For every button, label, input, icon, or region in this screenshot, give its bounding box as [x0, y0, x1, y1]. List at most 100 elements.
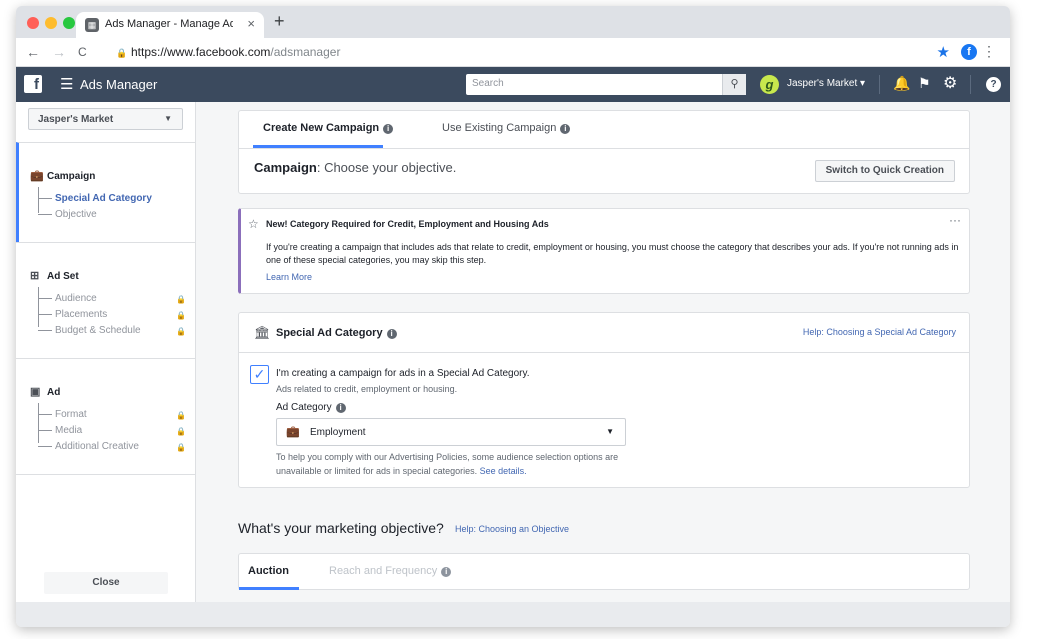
help-special-ad-category-link[interactable]: Help: Choosing a Special Ad Category: [803, 327, 956, 337]
account-switcher[interactable]: Jasper's Market ▾: [787, 78, 865, 89]
reload-icon[interactable]: C: [78, 45, 87, 59]
info-icon[interactable]: i: [386, 329, 397, 339]
lock-icon: 🔒: [176, 443, 186, 452]
lock-icon: 🔒: [176, 411, 186, 420]
sidebar-item-media: Media: [38, 425, 82, 436]
close-tab-icon[interactable]: ×: [247, 16, 255, 31]
sidebar-item-ad[interactable]: ▣ Ad: [30, 385, 60, 398]
campaign-card: Create New Campaign i Use Existing Campai…: [238, 110, 970, 194]
policy-note: To help you comply with our Advertising …: [276, 452, 619, 476]
facebook-extension-icon[interactable]: f: [961, 44, 977, 60]
lock-icon: 🔒: [176, 295, 186, 304]
learn-more-link[interactable]: Learn More: [266, 272, 312, 282]
nav-divider: [879, 75, 880, 94]
info-icon[interactable]: i: [335, 403, 346, 413]
info-icon[interactable]: i: [441, 567, 452, 577]
minimize-window-button[interactable]: [45, 17, 57, 29]
star-icon: ☆: [248, 217, 259, 231]
ad-category-select[interactable]: 💼 Employment ▼: [276, 418, 626, 446]
info-icon[interactable]: i: [383, 124, 394, 134]
url-path: /adsmanager: [270, 45, 341, 59]
browser-window: ▦ Ads Manager - Manage Ads - I × + ← → C…: [16, 6, 1010, 627]
sidebar-item-objective[interactable]: Objective: [38, 209, 97, 220]
sidebar-item-additional-creative: Additional Creative: [38, 441, 139, 452]
browser-tab-title: Ads Manager - Manage Ads - I: [105, 18, 233, 30]
notifications-bell-icon[interactable]: 🔔: [893, 75, 910, 92]
sidebar-item-audience: Audience: [38, 293, 97, 304]
sidebar-section-ad-set: ⊞ Ad Set Audience 🔒 Placements 🔒 Budget &…: [16, 242, 196, 358]
gear-icon[interactable]: ⚙: [943, 73, 957, 93]
main-content: Create New Campaign i Use Existing Campai…: [196, 102, 1010, 614]
lock-icon: 🔒: [176, 311, 186, 320]
back-arrow-icon[interactable]: ←: [26, 44, 40, 60]
sidebar-item-campaign[interactable]: 💼 Campaign: [30, 169, 95, 182]
lock-icon: 🔒: [116, 48, 128, 58]
search-placeholder: Search: [472, 78, 504, 89]
tab-use-existing-campaign[interactable]: Use Existing Campaign i: [442, 122, 571, 134]
close-window-button[interactable]: [27, 17, 39, 29]
browser-tab-ads-manager[interactable]: ▦ Ads Manager - Manage Ads - I ×: [76, 12, 264, 38]
sidebar-divider: [16, 474, 196, 475]
special-ad-category-card: 🏛 Special Ad Category i Help: Choosing a …: [238, 312, 970, 488]
see-details-link[interactable]: See details.: [480, 466, 527, 476]
sidebar-section-ad: ▣ Ad Format 🔒 Media 🔒 Additional Creative…: [16, 358, 196, 474]
divider: [239, 148, 969, 149]
notice-heading: New! Category Required for Credit, Emplo…: [266, 219, 549, 229]
bookmark-star-icon[interactable]: ★: [937, 43, 950, 61]
bank-icon: 🏛: [254, 325, 271, 340]
search-icon[interactable]: ⚲: [722, 74, 746, 95]
browser-menu-icon[interactable]: ⋮: [982, 43, 996, 60]
category-notice: ☆ New! Category Required for Credit, Emp…: [238, 208, 970, 294]
lock-icon: 🔒: [176, 427, 186, 436]
account-select-label: Jasper's Market: [38, 114, 114, 125]
tab-auction[interactable]: Auction: [248, 565, 289, 577]
help-icon[interactable]: ?: [986, 77, 1001, 92]
forward-arrow-icon[interactable]: →: [52, 44, 66, 60]
search-input[interactable]: Search ⚲: [466, 74, 746, 95]
marketing-objective-heading: What's your marketing objective?: [238, 520, 444, 536]
maximize-window-button[interactable]: [63, 17, 75, 29]
briefcase-icon: 💼: [286, 426, 300, 438]
nav-divider: [970, 75, 971, 94]
checkbox-sublabel: Ads related to credit, employment or hou…: [276, 384, 458, 394]
lock-icon: 🔒: [176, 327, 186, 336]
url-field[interactable]: 🔒 https://www.facebook.com/adsmanager: [116, 45, 340, 59]
address-bar: ← → C 🔒 https://www.facebook.com/adsmanag…: [16, 38, 1010, 67]
buying-type-tabs: Auction Reach and Frequency i: [238, 553, 970, 590]
campaign-objective-heading: Campaign: Choose your objective.: [254, 160, 457, 175]
sidebar-item-format: Format: [38, 409, 87, 420]
hamburger-menu-icon[interactable]: ☰: [60, 75, 73, 93]
sidebar-item-placements: Placements: [38, 309, 107, 320]
monitor-icon: ▣: [30, 386, 41, 398]
special-ad-category-checkbox[interactable]: ✓: [250, 365, 269, 384]
help-choosing-objective-link[interactable]: Help: Choosing an Objective: [455, 524, 569, 534]
new-tab-button[interactable]: +: [274, 11, 285, 32]
divider: [239, 352, 969, 353]
flag-icon[interactable]: ⚑: [918, 75, 931, 92]
account-select[interactable]: Jasper's Market ▼: [28, 108, 183, 130]
chevron-down-icon: ▼: [606, 427, 614, 436]
briefcase-icon: 💼: [30, 170, 44, 182]
ad-category-value: Employment: [310, 427, 366, 438]
special-ad-category-title: Special Ad Category i: [276, 327, 397, 339]
sidebar: Jasper's Market ▼ 💼 Campaign Special Ad C…: [16, 102, 196, 602]
tab-reach-and-frequency[interactable]: Reach and Frequency i: [329, 565, 452, 577]
notice-body: If you're creating a campaign that inclu…: [266, 242, 959, 265]
browser-tab-bar: ▦ Ads Manager - Manage Ads - I × +: [16, 6, 1010, 38]
more-options-icon[interactable]: ···: [949, 213, 961, 227]
facebook-logo-icon[interactable]: f: [24, 75, 42, 93]
bottom-strip: [16, 602, 1010, 627]
switch-to-quick-creation-button[interactable]: Switch to Quick Creation: [814, 160, 955, 182]
close-button[interactable]: Close: [44, 572, 168, 594]
info-icon[interactable]: i: [560, 124, 571, 134]
grid-icon: ⊞: [30, 270, 40, 282]
chevron-down-icon: ▼: [164, 114, 172, 123]
tab-create-new-campaign[interactable]: Create New Campaign i: [263, 122, 394, 134]
app-name[interactable]: Ads Manager: [80, 77, 157, 92]
account-avatar[interactable]: g: [760, 75, 779, 94]
facebook-top-nav: f ☰ Ads Manager Search ⚲ g Jasper's Mark…: [16, 67, 1010, 102]
sidebar-item-special-ad-category[interactable]: Special Ad Category: [38, 193, 152, 204]
ad-category-label: Ad Category i: [276, 402, 346, 413]
sidebar-item-ad-set[interactable]: ⊞ Ad Set: [30, 269, 79, 282]
active-tab-indicator: [239, 587, 299, 590]
